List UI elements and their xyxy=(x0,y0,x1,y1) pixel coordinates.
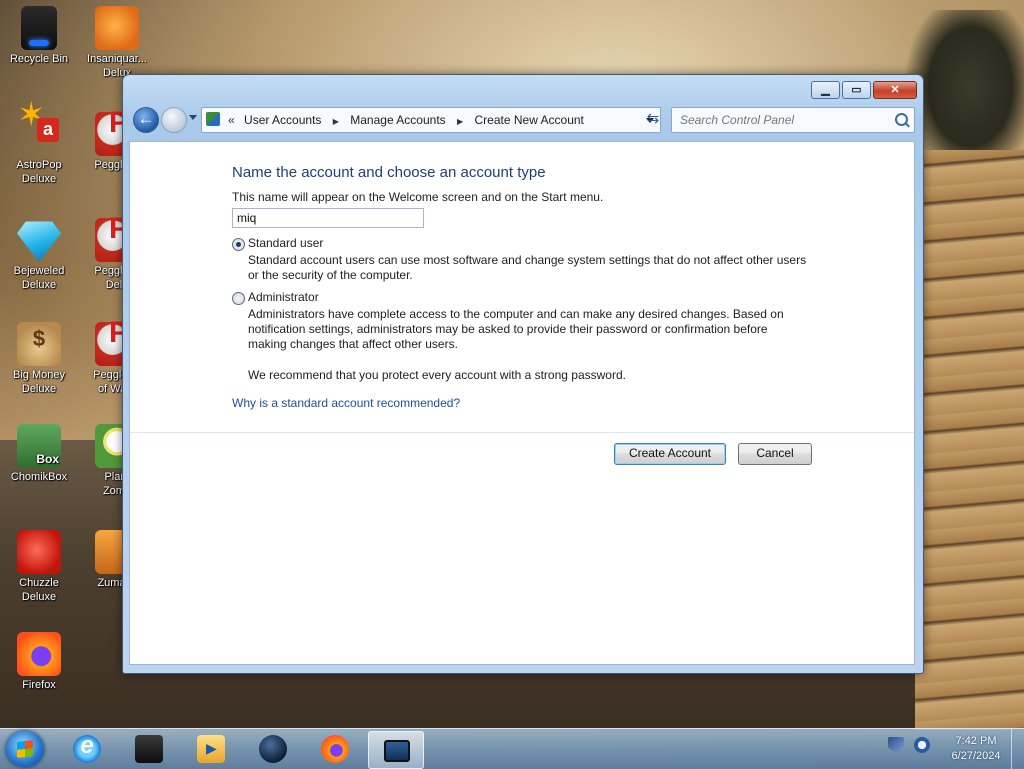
breadcrumb: « User Accounts ▶ Manage Accounts ▶ Crea… xyxy=(228,108,584,132)
show-desktop-button[interactable] xyxy=(1011,729,1024,769)
breadcrumb-user-accounts[interactable]: User Accounts xyxy=(244,113,321,127)
search-box[interactable]: Search Control Panel xyxy=(671,107,915,133)
desktop-icon-recycle-bin[interactable]: Recycle Bin xyxy=(2,6,76,66)
desktop-icon-label: Big Money Deluxe xyxy=(13,369,65,395)
taskbar: 7:42 PM 6/27/2024 xyxy=(0,728,1024,769)
forward-button[interactable] xyxy=(161,107,187,133)
astropop-icon xyxy=(17,108,61,156)
control-panel-icon xyxy=(384,740,410,762)
wallpaper-wood-planks xyxy=(915,150,1024,730)
divider xyxy=(130,432,914,433)
minimize-icon: ▁ xyxy=(821,84,830,96)
breadcrumb-manage-accounts[interactable]: Manage Accounts xyxy=(350,113,445,127)
maximize-button[interactable]: ▭ xyxy=(842,81,871,99)
taskbar-command-prompt[interactable] xyxy=(122,731,176,767)
desktop-icon-chuzzle[interactable]: Chuzzle Deluxe xyxy=(2,530,76,604)
taskbar-globe-app[interactable] xyxy=(246,731,300,767)
close-button[interactable]: ✕ xyxy=(873,81,917,99)
chomikbox-icon xyxy=(17,424,61,468)
taskbar-internet-explorer[interactable] xyxy=(60,731,114,767)
desktop-icon-label: Bejeweled Deluxe xyxy=(13,265,65,291)
action-center-flag-icon[interactable] xyxy=(888,737,904,753)
firefox-icon xyxy=(17,632,61,676)
standard-user-radio[interactable] xyxy=(232,238,245,251)
maximize-icon: ▭ xyxy=(851,84,862,96)
desktop-icon-chomikbox[interactable]: ChomikBox xyxy=(2,424,76,484)
control-panel-window: ▁ ▭ ✕ « User Accounts ▶ Manage Accounts … xyxy=(122,74,924,674)
internet-explorer-icon xyxy=(73,732,101,763)
clock-date: 6/27/2024 xyxy=(951,750,1001,762)
standard-user-label[interactable]: Standard user xyxy=(248,236,323,250)
command-prompt-icon xyxy=(135,735,163,763)
back-button[interactable] xyxy=(133,107,159,133)
administrator-description: Administrators have complete access to t… xyxy=(248,307,784,351)
desktop-icon-firefox[interactable]: Firefox xyxy=(2,632,76,692)
standard-user-description: Standard account users can use most soft… xyxy=(248,253,807,282)
fish-game-icon xyxy=(95,6,139,50)
breadcrumb-separator-icon[interactable]: ▶ xyxy=(457,117,463,126)
taskbar-media-player[interactable] xyxy=(184,731,238,767)
breadcrumb-create-new-account[interactable]: Create New Account xyxy=(475,113,584,127)
desktop-icon-label: Chuzzle Deluxe xyxy=(19,577,59,603)
media-player-icon xyxy=(197,735,225,763)
clock[interactable]: 7:42 PM 6/27/2024 xyxy=(940,734,1012,764)
gem-icon xyxy=(17,221,61,262)
administrator-label[interactable]: Administrator xyxy=(248,290,319,304)
search-icon[interactable] xyxy=(895,113,908,126)
system-tray xyxy=(888,737,930,753)
name-instructions: This name will appear on the Welcome scr… xyxy=(232,190,604,204)
desktop-icon-bejeweled[interactable]: Bejeweled Deluxe xyxy=(2,218,76,292)
desktop-icon-label: ChomikBox xyxy=(10,471,68,483)
recycle-bin-icon xyxy=(21,6,57,50)
control-panel-icon xyxy=(206,112,220,126)
password-recommendation: We recommend that you protect every acco… xyxy=(248,368,626,382)
breadcrumb-overflow[interactable]: « xyxy=(228,113,235,127)
clock-time: 7:42 PM xyxy=(955,735,997,747)
create-account-button[interactable]: Create Account xyxy=(614,443,726,465)
window-controls: ▁ ▭ ✕ xyxy=(811,81,917,99)
chuzzle-icon xyxy=(17,530,61,574)
refresh-icon[interactable]: ⇆ xyxy=(643,109,663,129)
desktop-icon-label: AstroPop Deluxe xyxy=(16,159,62,185)
taskbar-control-panel[interactable] xyxy=(368,731,424,769)
network-icon[interactable] xyxy=(914,737,930,753)
search-placeholder: Search Control Panel xyxy=(680,113,795,127)
address-bar[interactable]: « User Accounts ▶ Manage Accounts ▶ Crea… xyxy=(201,107,661,133)
account-name-field[interactable] xyxy=(232,208,424,228)
cancel-button[interactable]: Cancel xyxy=(738,443,812,465)
desktop-icon-insaniquarium[interactable]: Insaniquar... Delux xyxy=(80,6,154,80)
recent-pages-dropdown[interactable] xyxy=(189,115,197,120)
standard-account-help-link[interactable]: Why is a standard account recommended? xyxy=(232,396,460,410)
navigation-bar: « User Accounts ▶ Manage Accounts ▶ Crea… xyxy=(129,105,915,135)
desktop-icon-label: Recycle Bin xyxy=(9,53,69,65)
breadcrumb-separator-icon[interactable]: ▶ xyxy=(333,117,339,126)
money-bag-icon xyxy=(17,322,61,366)
globe-app-icon xyxy=(259,735,287,763)
firefox-icon xyxy=(321,735,349,763)
desktop-icon-label: Firefox xyxy=(22,679,56,691)
content-pane: Name the account and choose an account t… xyxy=(129,141,915,665)
taskbar-firefox[interactable] xyxy=(308,731,362,767)
minimize-button[interactable]: ▁ xyxy=(811,81,840,99)
desktop-icon-astropop[interactable]: AstroPop Deluxe xyxy=(2,108,76,186)
start-button[interactable] xyxy=(6,731,44,767)
desktop-icon-big-money[interactable]: Big Money Deluxe xyxy=(2,322,76,396)
administrator-radio[interactable] xyxy=(232,292,245,305)
close-icon: ✕ xyxy=(890,84,900,96)
page-title: Name the account and choose an account t… xyxy=(232,164,546,181)
